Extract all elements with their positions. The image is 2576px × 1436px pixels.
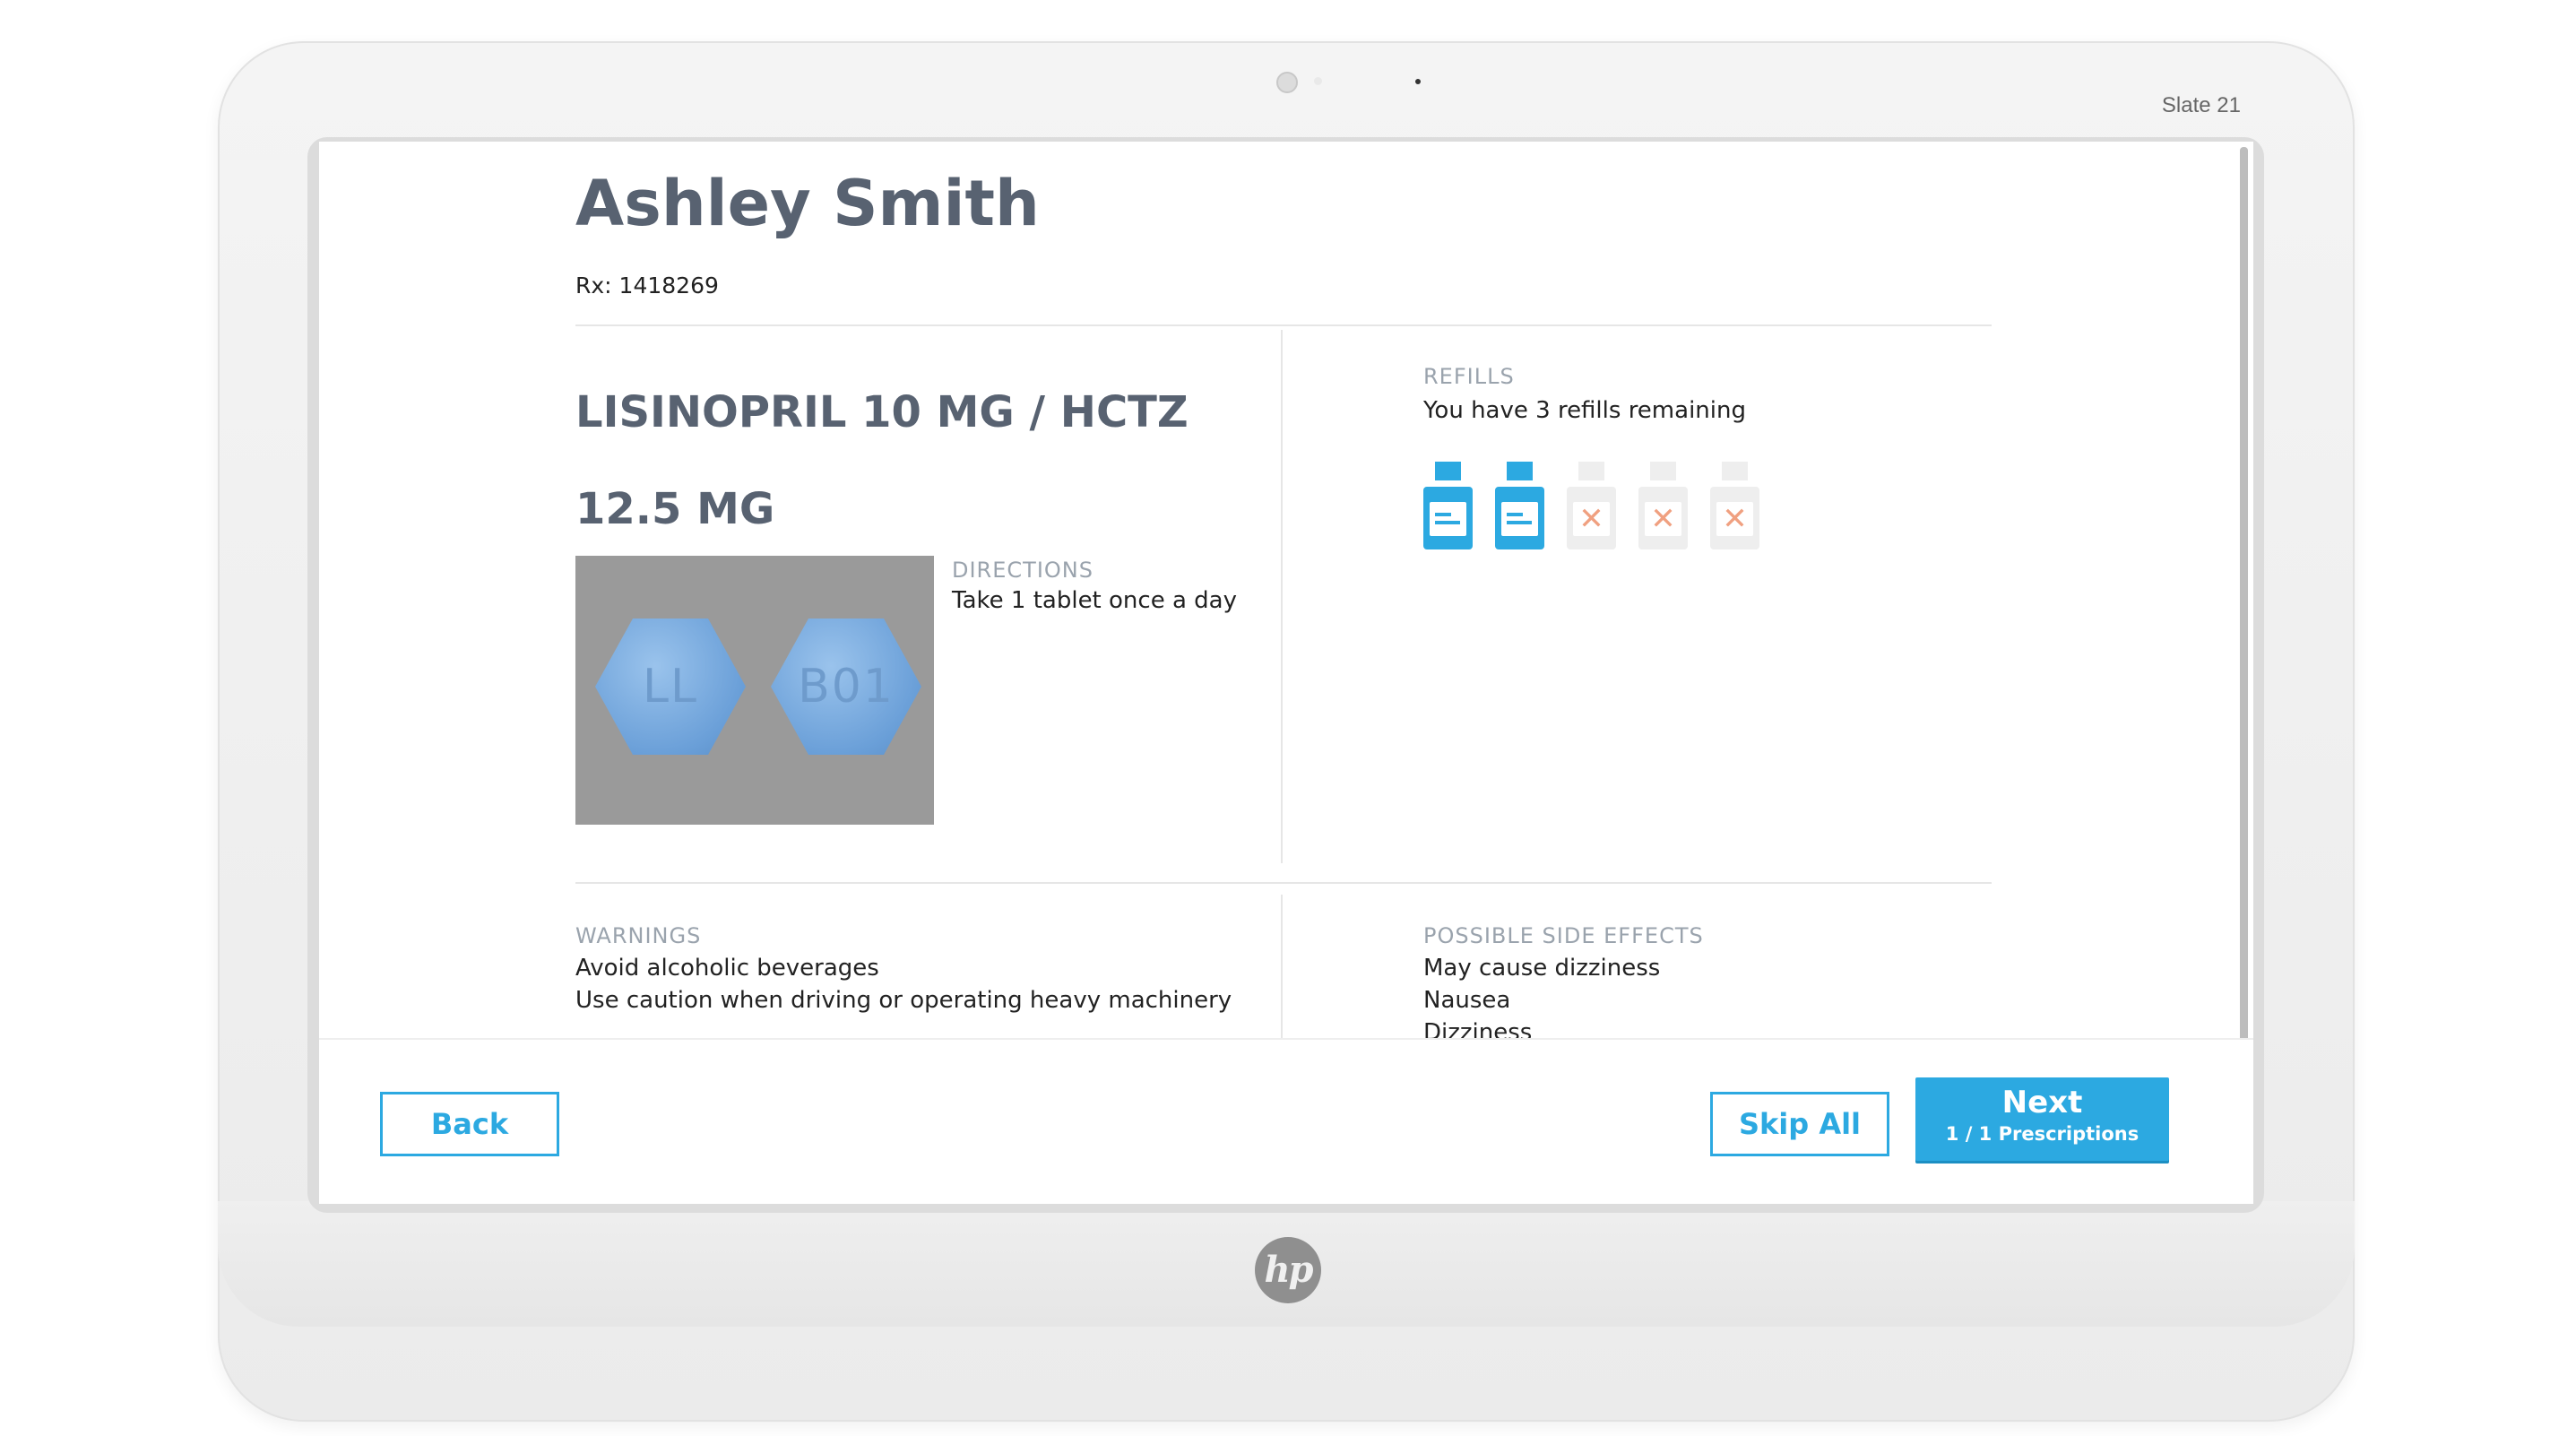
side-effect-item: May cause dizziness bbox=[1423, 955, 1661, 982]
next-button[interactable]: Next 1 / 1 Prescriptions bbox=[1915, 1077, 2169, 1161]
sensor-dot bbox=[1415, 79, 1421, 84]
side-effect-item: Nausea bbox=[1423, 987, 1511, 1014]
warning-item: Avoid alcoholic beverages bbox=[575, 955, 879, 982]
pill-image: LL B01 bbox=[575, 556, 934, 825]
scrollbar[interactable] bbox=[2240, 147, 2248, 1097]
column-divider bbox=[1281, 330, 1283, 863]
footer-bar: Back Skip All Next 1 / 1 Prescriptions bbox=[319, 1038, 2253, 1204]
refill-bottles: ✕ ✕ ✕ bbox=[1423, 462, 1759, 549]
empty-refill-bottle-icon: ✕ bbox=[1567, 462, 1616, 549]
empty-refill-bottle-icon: ✕ bbox=[1710, 462, 1759, 549]
warning-item: Use caution when driving or operating he… bbox=[575, 987, 1232, 1014]
prescription-details: Ashley Smith Rx: 1418269 LISINOPRIL 10 M… bbox=[319, 142, 2237, 1046]
rx-number: Rx: 1418269 bbox=[575, 272, 719, 298]
pill: LL bbox=[595, 619, 746, 755]
empty-refill-bottle-icon: ✕ bbox=[1638, 462, 1688, 549]
refill-bottle-icon bbox=[1495, 462, 1544, 549]
directions-text: Take 1 tablet once a day bbox=[952, 587, 1237, 614]
patient-name: Ashley Smith bbox=[575, 167, 1040, 240]
refills-text: You have 3 refills remaining bbox=[1423, 397, 1746, 424]
next-button-label: Next bbox=[2001, 1085, 2083, 1120]
warnings-label: WARNINGS bbox=[575, 923, 702, 948]
directions-label: DIRECTIONS bbox=[952, 558, 1094, 583]
camera-light bbox=[1314, 77, 1322, 85]
app-screen: Ashley Smith Rx: 1418269 LISINOPRIL 10 M… bbox=[319, 142, 2253, 1204]
column-divider bbox=[1281, 895, 1283, 1038]
divider bbox=[575, 324, 1992, 326]
refills-label: REFILLS bbox=[1423, 364, 1515, 389]
back-button[interactable]: Back bbox=[380, 1092, 559, 1156]
side-effects-label: POSSIBLE SIDE EFFECTS bbox=[1423, 923, 1704, 948]
divider bbox=[575, 882, 1992, 884]
prescription-counter: 1 / 1 Prescriptions bbox=[1945, 1123, 2139, 1145]
refill-bottle-icon bbox=[1423, 462, 1473, 549]
camera-icon bbox=[1276, 72, 1298, 93]
skip-all-button[interactable]: Skip All bbox=[1710, 1092, 1889, 1156]
medication-name: LISINOPRIL 10 MG / HCTZ 12.5 MG bbox=[575, 387, 1189, 534]
device-model-label: Slate 21 bbox=[2161, 93, 2241, 117]
hp-logo-icon: hp bbox=[1255, 1237, 1321, 1303]
pill: B01 bbox=[771, 619, 921, 755]
